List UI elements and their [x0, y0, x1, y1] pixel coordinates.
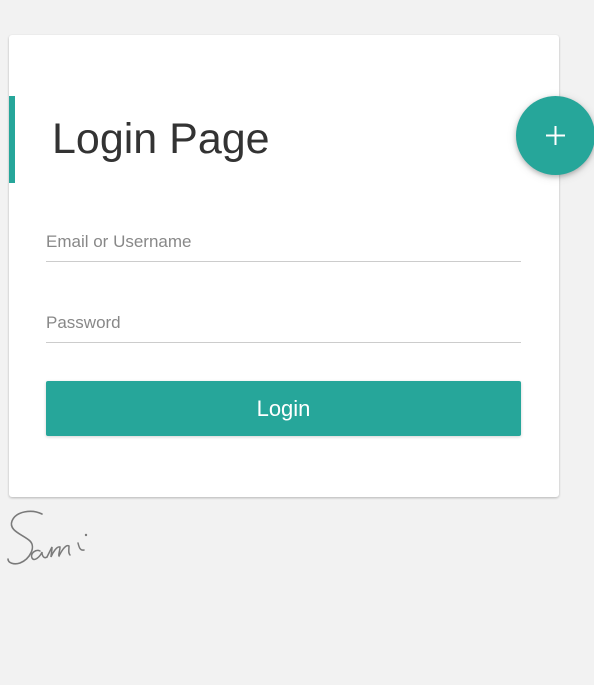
signature-logo: [7, 510, 88, 565]
title-accent-bar: [9, 96, 15, 183]
add-button[interactable]: [516, 96, 594, 175]
plus-icon: [546, 126, 565, 145]
login-button[interactable]: Login: [46, 381, 521, 436]
email-field[interactable]: [46, 222, 521, 262]
password-field[interactable]: [46, 303, 521, 343]
page-title: Login Page: [52, 115, 270, 163]
login-card: Login Page Login: [9, 35, 559, 497]
